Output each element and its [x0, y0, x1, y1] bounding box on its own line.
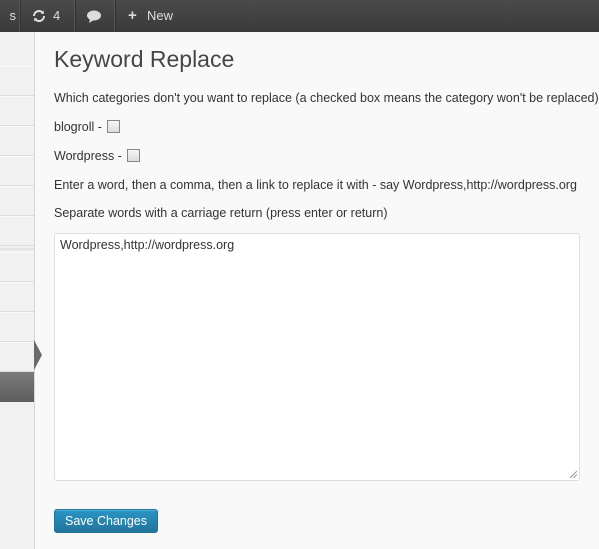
- comments-icon: [87, 10, 101, 23]
- category-label-blogroll: blogroll -: [54, 120, 102, 134]
- menu-item[interactable]: [0, 252, 34, 282]
- admin-bar: s 4 + New: [0, 0, 599, 32]
- blogroll-checkbox[interactable]: [107, 120, 121, 133]
- menu-item[interactable]: [0, 126, 34, 156]
- menu-item[interactable]: [0, 282, 34, 312]
- instruction-text: Enter a word, then a comma, then a link …: [54, 178, 577, 192]
- admin-bar-divider: [114, 0, 115, 32]
- wordpress-checkbox[interactable]: [127, 149, 141, 162]
- page-title: Keyword Replace: [54, 46, 235, 72]
- category-label-wordpress: Wordpress -: [54, 149, 122, 163]
- updates-icon: [33, 10, 45, 22]
- admin-menu: [0, 32, 35, 549]
- categories-intro: Which categories don't you want to repla…: [54, 91, 599, 105]
- admin-bar-new-item[interactable]: + New: [128, 0, 178, 32]
- menu-item[interactable]: [0, 216, 34, 246]
- menu-item[interactable]: [0, 156, 34, 186]
- keywords-textarea[interactable]: Wordpress,http://wordpress.org: [54, 233, 580, 481]
- save-changes-button[interactable]: Save Changes: [54, 509, 159, 533]
- new-label: New: [147, 8, 174, 23]
- updates-count: 4: [53, 8, 61, 23]
- admin-bar-divider: [19, 0, 20, 32]
- menu-item-current[interactable]: [0, 372, 34, 402]
- menu-item[interactable]: [0, 342, 34, 372]
- menu-item[interactable]: [0, 66, 34, 96]
- admin-bar-comments-item[interactable]: [86, 0, 102, 32]
- category-row-wordpress: Wordpress -: [54, 149, 141, 163]
- category-row-blogroll: blogroll -: [54, 120, 121, 134]
- plus-icon: +: [128, 7, 137, 24]
- keywords-textarea-value: Wordpress,http://wordpress.org: [60, 238, 235, 252]
- menu-item[interactable]: [0, 312, 34, 342]
- instruction-text-2: Separate words with a carriage return (p…: [54, 206, 388, 220]
- admin-bar-sites-item[interactable]: s: [0, 0, 17, 32]
- current-menu-arrow: [34, 340, 42, 370]
- admin-bar-divider: [74, 0, 75, 32]
- menu-item[interactable]: [0, 96, 34, 126]
- menu-separator: [0, 248, 34, 250]
- admin-bar-updates-item[interactable]: 4: [31, 0, 71, 32]
- resize-grip-icon[interactable]: [569, 470, 577, 478]
- sites-label: s: [9, 8, 17, 23]
- menu-item[interactable]: [0, 186, 34, 216]
